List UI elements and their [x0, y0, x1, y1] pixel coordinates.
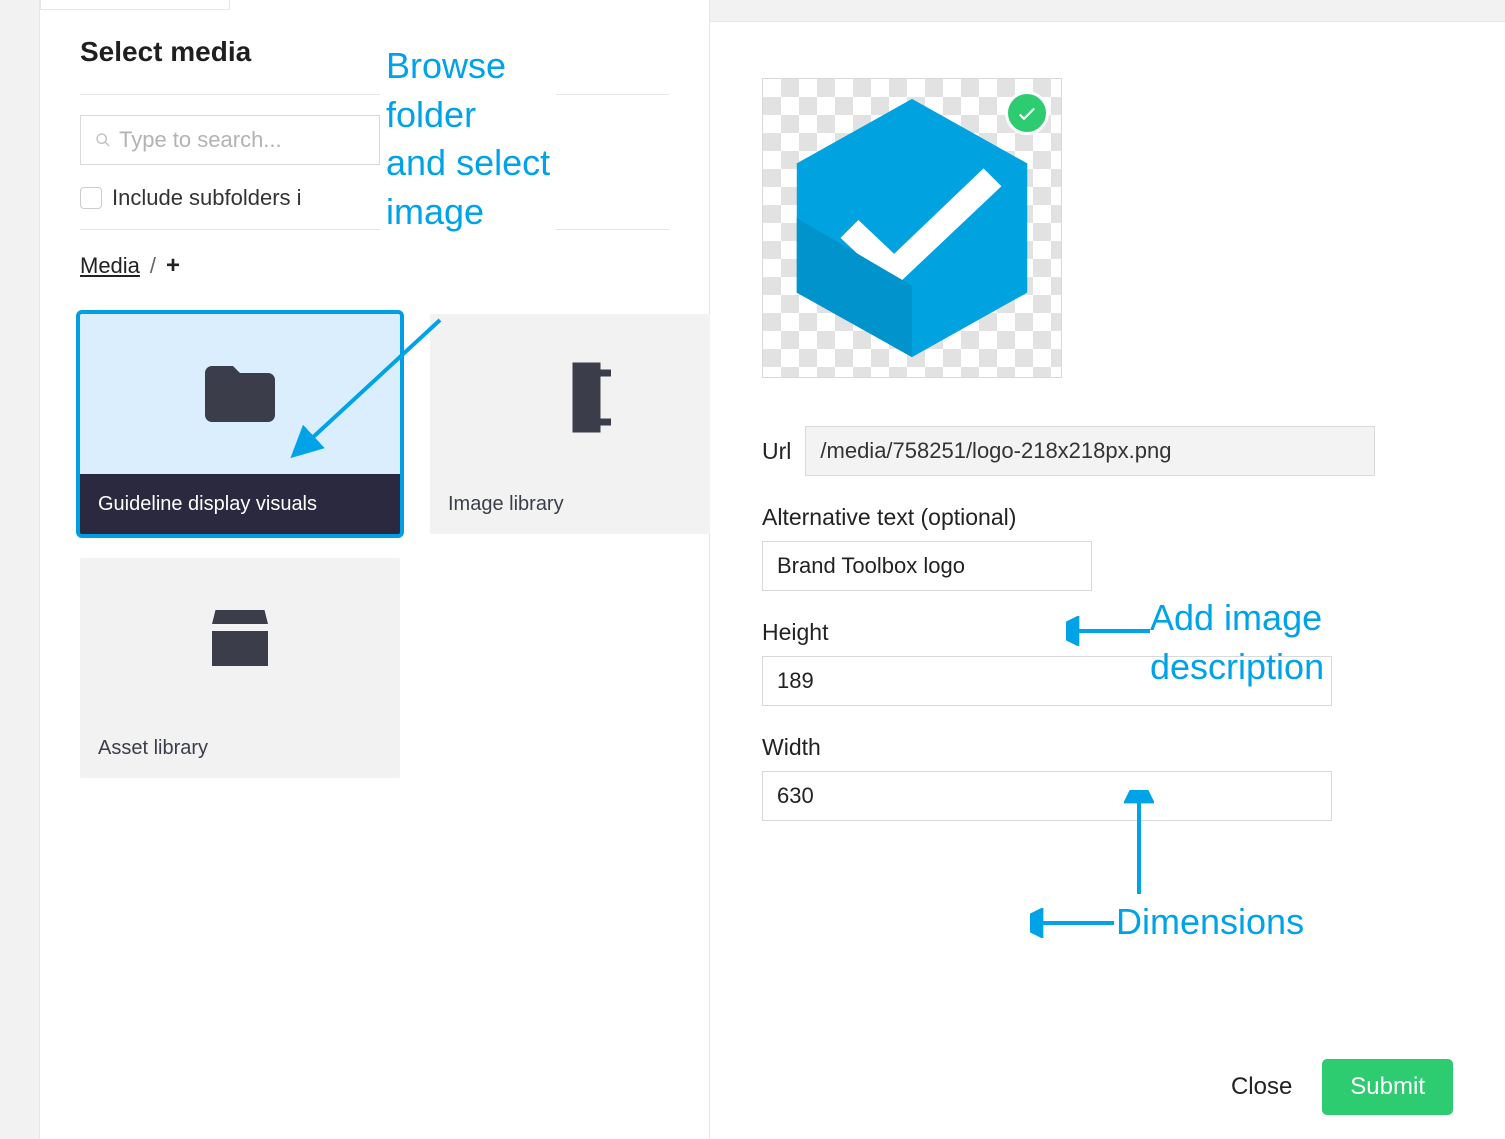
archive-icon [198, 596, 282, 680]
panel-title: Select media [80, 36, 669, 68]
dialog-footer: Close Submit [1231, 1059, 1453, 1115]
tile-label: Asset library [80, 718, 400, 778]
tile-label: Image library [430, 474, 750, 534]
divider [80, 94, 669, 95]
folder-tile-guideline-display-visuals[interactable]: Guideline display visuals [80, 314, 400, 534]
alt-text-input[interactable] [762, 541, 1092, 591]
media-properties-panel: Url Alternative text (optional) Height W… [710, 0, 1505, 1139]
media-picker-panel: Select media Include subfolders i Media … [0, 0, 710, 1139]
search-icon [95, 132, 111, 148]
right-topbar [710, 0, 1505, 22]
close-button[interactable]: Close [1231, 1073, 1292, 1101]
height-input[interactable] [762, 656, 1332, 706]
check-icon [1015, 101, 1039, 125]
folder-icon [198, 352, 282, 436]
breadcrumb-root[interactable]: Media [80, 253, 140, 279]
film-roll-icon [548, 352, 632, 436]
search-input-wrap[interactable] [80, 115, 380, 165]
breadcrumb-add[interactable]: + [166, 252, 180, 280]
include-subfolders-label: Include subfolders i [112, 185, 302, 211]
breadcrumb-sep: / [150, 253, 156, 279]
tile-label: Guideline display visuals [80, 474, 400, 534]
width-input[interactable] [762, 771, 1332, 821]
folder-tile-image-library[interactable]: Image library [430, 314, 750, 534]
divider [80, 229, 669, 230]
selected-check-badge [1005, 91, 1049, 135]
left-gutter [0, 0, 40, 1139]
folder-tile-asset-library[interactable]: Asset library [80, 558, 400, 778]
alt-text-label: Alternative text (optional) [762, 504, 1453, 531]
include-subfolders-checkbox[interactable] [80, 187, 102, 209]
search-input[interactable] [119, 127, 365, 153]
url-label: Url [762, 438, 791, 465]
image-preview [762, 78, 1062, 378]
height-label: Height [762, 619, 1453, 646]
submit-button[interactable]: Submit [1322, 1059, 1453, 1115]
url-input[interactable] [805, 426, 1375, 476]
width-label: Width [762, 734, 1453, 761]
breadcrumb: Media / + [80, 252, 669, 280]
